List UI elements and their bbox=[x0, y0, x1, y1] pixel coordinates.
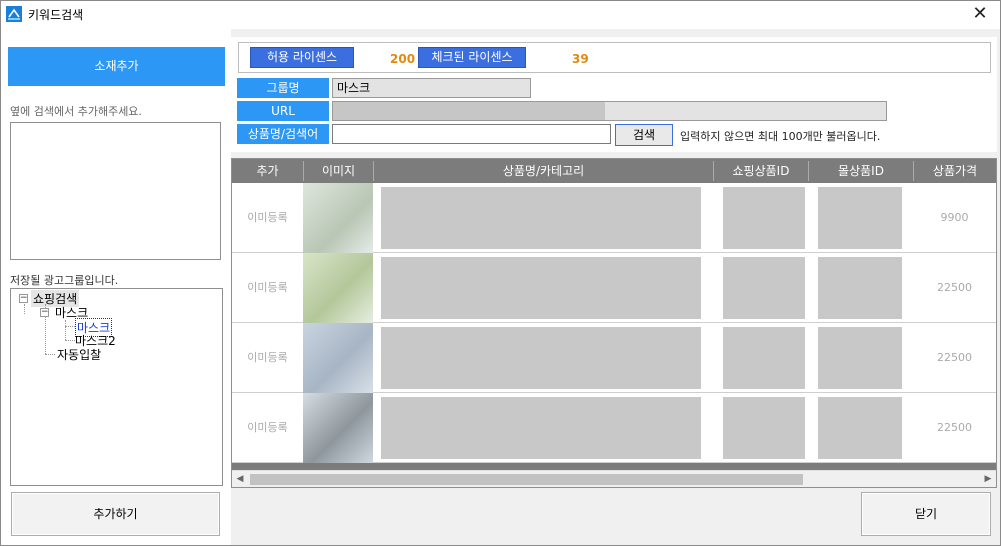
col-header-name[interactable]: 상품명/카테고리 bbox=[373, 161, 713, 181]
search-button[interactable]: 검색 bbox=[615, 124, 673, 146]
shopping-id-redacted bbox=[723, 187, 805, 249]
col-header-price[interactable]: 상품가격 bbox=[913, 161, 996, 181]
add-material-button[interactable]: 소재추가 bbox=[8, 47, 225, 86]
price-cell: 22500 bbox=[937, 421, 972, 434]
license-bar: 허용 라이센스 200 체크된 라이센스 39 bbox=[238, 42, 991, 73]
app-icon bbox=[6, 6, 22, 22]
checked-license-label: 체크된 라이센스 bbox=[418, 47, 526, 68]
group-name-field[interactable]: 마스크 bbox=[332, 78, 531, 98]
allowed-license-value: 200 bbox=[390, 52, 416, 66]
add-status[interactable]: 이미등록 bbox=[232, 393, 303, 463]
collapse-icon[interactable]: − bbox=[40, 308, 49, 317]
add-status[interactable]: 이미등록 bbox=[232, 323, 303, 393]
url-redacted bbox=[333, 102, 605, 120]
group-name-label: 그룹명 bbox=[237, 78, 329, 98]
product-search-label: 상품명/검색어 bbox=[237, 124, 329, 144]
product-thumbnail bbox=[303, 323, 373, 393]
mall-id-redacted bbox=[818, 397, 902, 459]
col-header-mall-id[interactable]: 몰상품ID bbox=[808, 161, 913, 181]
close-icon[interactable]: ✕ bbox=[968, 3, 992, 27]
tree-hint-text: 저장될 광고그룹입니다. bbox=[10, 274, 119, 287]
ad-group-tree[interactable]: − 쇼핑검색 − 마스크 마스크 마스크2 자동입찰 bbox=[10, 288, 223, 486]
mall-id-redacted bbox=[818, 327, 902, 389]
mall-id-redacted bbox=[818, 187, 902, 249]
grid-header: 추가 이미지 상품명/카테고리 쇼핑상품ID 몰상품ID 상품가격 bbox=[232, 159, 996, 183]
product-name-redacted bbox=[381, 257, 701, 319]
horizontal-scrollbar[interactable]: ◀ ▶ bbox=[232, 470, 996, 487]
product-search-input[interactable] bbox=[332, 124, 611, 144]
col-header-add[interactable]: 추가 bbox=[232, 161, 303, 181]
add-status[interactable]: 이미등록 bbox=[232, 183, 303, 253]
table-row[interactable]: 이미등록 22500 bbox=[232, 393, 996, 463]
title-bar[interactable]: 키워드검색 ✕ bbox=[1, 1, 1000, 29]
product-thumbnail bbox=[303, 183, 373, 253]
url-field[interactable] bbox=[332, 101, 887, 121]
table-row[interactable]: 이미등록 22500 bbox=[232, 323, 996, 393]
scroll-right-icon[interactable]: ▶ bbox=[980, 471, 996, 487]
tree-line bbox=[65, 320, 66, 340]
collapse-icon[interactable]: − bbox=[19, 294, 28, 303]
product-name-redacted bbox=[381, 327, 701, 389]
product-grid[interactable]: 추가 이미지 상품명/카테고리 쇼핑상품ID 몰상품ID 상품가격 이미등록 9… bbox=[231, 158, 997, 488]
tree-line bbox=[65, 340, 75, 341]
price-cell: 22500 bbox=[937, 281, 972, 294]
product-thumbnail bbox=[303, 393, 373, 463]
add-button[interactable]: 추가하기 bbox=[11, 492, 220, 536]
product-name-redacted bbox=[381, 397, 701, 459]
checked-license-value: 39 bbox=[572, 52, 589, 66]
product-name-redacted bbox=[381, 187, 701, 249]
hint-text: 옆에 검색에서 추가해주세요. bbox=[10, 105, 142, 118]
scroll-thumb[interactable] bbox=[250, 474, 803, 485]
product-thumbnail bbox=[303, 253, 373, 323]
window-title: 키워드검색 bbox=[28, 8, 84, 22]
col-header-shopping-id[interactable]: 쇼핑상품ID bbox=[713, 161, 808, 181]
table-row[interactable]: 이미등록 22500 bbox=[232, 253, 996, 323]
url-label: URL bbox=[237, 101, 329, 121]
tree-line bbox=[24, 304, 25, 314]
mall-id-redacted bbox=[818, 257, 902, 319]
shopping-id-redacted bbox=[723, 257, 805, 319]
grid-footer-bar bbox=[232, 463, 996, 470]
scroll-left-icon[interactable]: ◀ bbox=[232, 471, 248, 487]
close-button[interactable]: 닫기 bbox=[861, 492, 991, 536]
left-panel: 소재추가 옆에 검색에서 추가해주세요. 저장될 광고그룹입니다. − 쇼핑검색… bbox=[1, 29, 231, 545]
shopping-id-redacted bbox=[723, 397, 805, 459]
material-list[interactable] bbox=[10, 122, 221, 260]
tree-line bbox=[45, 354, 55, 355]
add-status[interactable]: 이미등록 bbox=[232, 253, 303, 323]
shopping-id-redacted bbox=[723, 327, 805, 389]
col-header-image[interactable]: 이미지 bbox=[303, 161, 373, 181]
price-cell: 9900 bbox=[940, 211, 969, 224]
dialog-window: 키워드검색 ✕ 소재추가 옆에 검색에서 추가해주세요. 저장될 광고그룹입니다… bbox=[0, 0, 1001, 546]
allowed-license-label: 허용 라이센스 bbox=[250, 47, 354, 68]
tree-node-auto-bid[interactable]: 자동입찰 bbox=[57, 346, 101, 363]
search-note: 입력하지 않으면 최대 100개만 불러옵니다. bbox=[680, 130, 881, 143]
table-row[interactable]: 이미등록 9900 bbox=[232, 183, 996, 253]
tree-line bbox=[65, 326, 75, 327]
form-panel: 허용 라이센스 200 체크된 라이센스 39 그룹명 마스크 URL 상품명/… bbox=[231, 37, 997, 152]
price-cell: 22500 bbox=[937, 351, 972, 364]
